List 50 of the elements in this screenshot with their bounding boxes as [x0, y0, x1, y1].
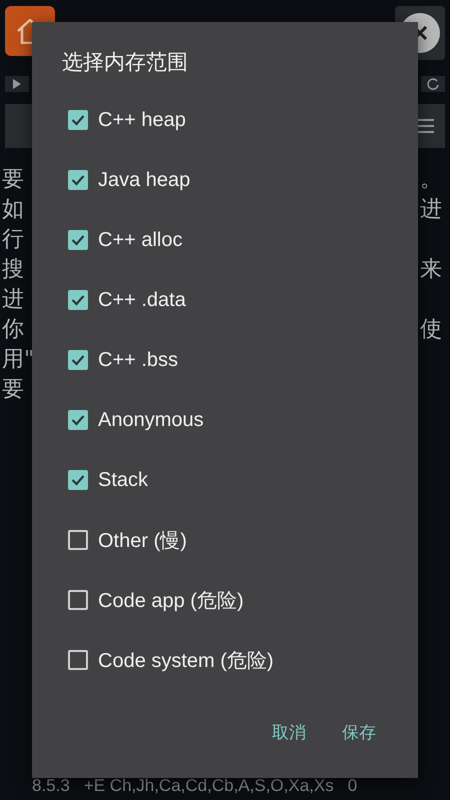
option-label: Code app (危险): [98, 588, 244, 614]
text-fragment: 要: [2, 376, 24, 404]
option-label: C++ .bss: [98, 348, 178, 372]
version-label: 8.5.3: [32, 776, 70, 796]
menu-icon: [416, 119, 434, 133]
text-fragment: 搜: [2, 256, 24, 284]
checkbox[interactable]: [68, 110, 88, 130]
dialog-title: 选择内存范围: [61, 49, 189, 76]
play-icon: [12, 78, 22, 90]
refresh-icon: [426, 77, 440, 91]
cancel-button[interactable]: 取消: [268, 717, 310, 748]
text-fragment: 你: [2, 316, 24, 344]
text-fragment: 如: [2, 196, 24, 224]
checkbox[interactable]: [68, 530, 88, 550]
text-fragment: 进: [420, 196, 442, 224]
check-icon: [71, 234, 85, 246]
check-icon: [71, 114, 85, 126]
option-label: Anonymous: [98, 408, 204, 432]
check-icon: [71, 414, 85, 426]
option-label: Other (慢): [98, 528, 187, 554]
checkbox[interactable]: [68, 170, 88, 190]
check-icon: [71, 354, 85, 366]
option-label: Code system (危险): [98, 648, 274, 674]
checkbox[interactable]: [68, 350, 88, 370]
checkbox[interactable]: [68, 650, 88, 670]
text-fragment: 行: [2, 226, 24, 254]
text-fragment: 来: [420, 256, 442, 284]
text-fragment: 进: [2, 286, 24, 314]
option-label: Java heap: [98, 168, 190, 192]
text-fragment: 用": [2, 346, 34, 374]
checkbox[interactable]: [68, 230, 88, 250]
check-icon: [71, 174, 85, 186]
checkbox[interactable]: [68, 410, 88, 430]
check-icon: [71, 294, 85, 306]
save-button[interactable]: 保存: [338, 717, 380, 748]
checkbox[interactable]: [68, 590, 88, 610]
option-label: Stack: [98, 468, 148, 492]
checkbox[interactable]: [68, 290, 88, 310]
play-button[interactable]: [5, 76, 29, 92]
text-fragment: 要: [2, 166, 24, 194]
refresh-button[interactable]: [421, 76, 445, 92]
option-label: C++ alloc: [98, 228, 182, 252]
regions-label: +E Ch,Jh,Ca,Cd,Cb,A,S,O,Xa,Xs: [84, 776, 334, 796]
option-label: C++ heap: [98, 108, 186, 132]
check-icon: [71, 474, 85, 486]
checkbox[interactable]: [68, 470, 88, 490]
count-label: 0: [348, 776, 358, 796]
text-fragment: 。: [420, 166, 442, 194]
option-label: C++ .data: [98, 288, 186, 312]
text-fragment: 使: [420, 316, 442, 344]
